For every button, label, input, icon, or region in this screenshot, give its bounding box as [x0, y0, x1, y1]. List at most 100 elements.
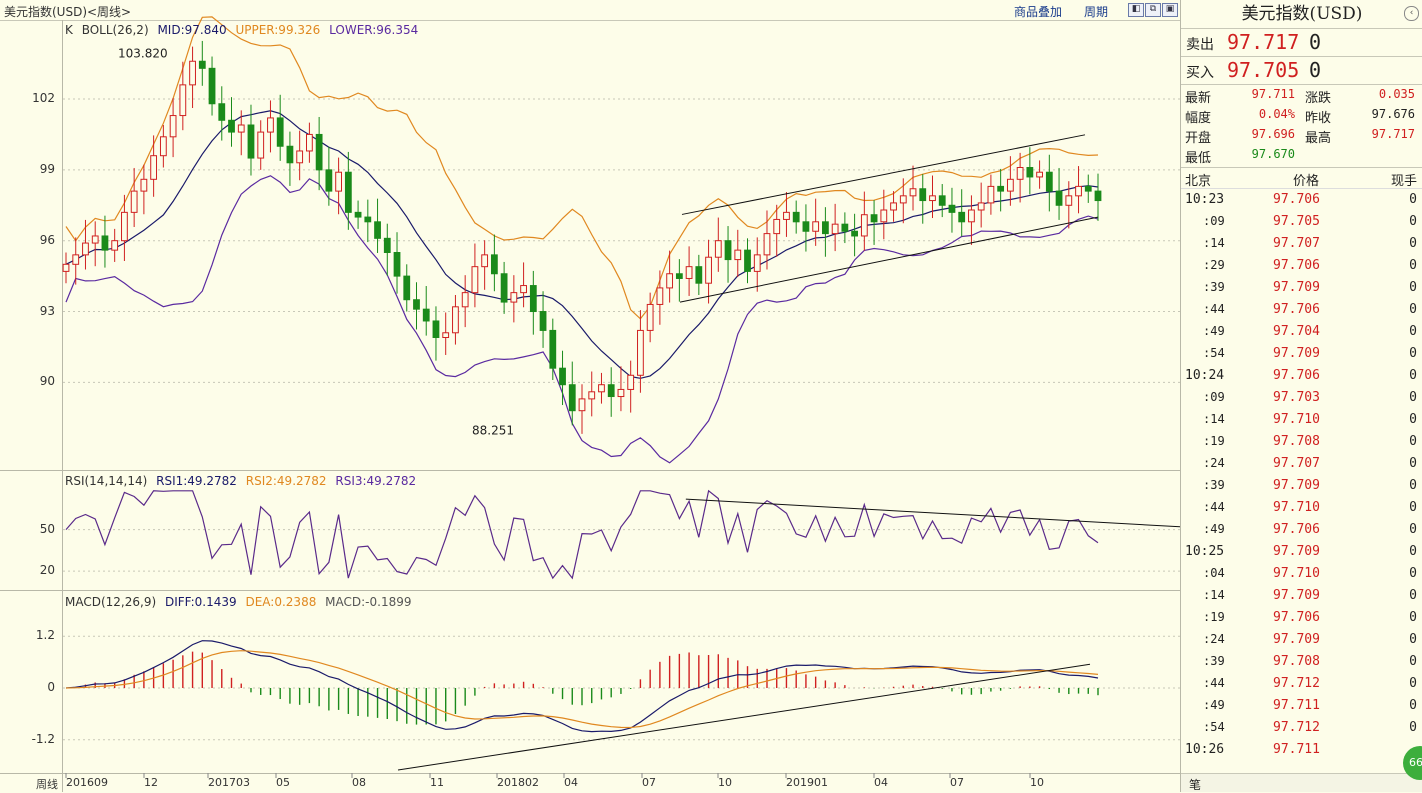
- tick-hand: 0: [1409, 698, 1417, 713]
- candle-up: [909, 188, 917, 197]
- tick-row[interactable]: :44 97.712 0: [1181, 673, 1422, 695]
- candle-down: [325, 169, 333, 192]
- candle-up: [890, 202, 897, 211]
- tick-time: :39: [1203, 280, 1225, 294]
- tick-price: 97.703: [1273, 390, 1320, 405]
- tick-row[interactable]: :54 97.712 0: [1181, 717, 1422, 739]
- candle-down: [374, 221, 381, 239]
- tick-row[interactable]: :49 97.704 0: [1181, 321, 1422, 343]
- chart-area[interactable]: 美元指数(USD)<周线> 商品叠加 周期 ◧ ⧉ ▣ 103.820 88.25…: [0, 0, 1180, 792]
- candle-up: [637, 329, 644, 376]
- kline-y-tick-label: 102: [32, 91, 55, 106]
- tick-time: :54: [1203, 346, 1225, 360]
- macd-y-tick-label: -1.2: [31, 731, 55, 746]
- tick-row[interactable]: :14 97.707 0: [1181, 233, 1422, 255]
- chart-canvas[interactable]: 103.820 88.251: [0, 0, 1180, 792]
- candle-up: [267, 117, 274, 133]
- tick-row[interactable]: :49 97.706 0: [1181, 519, 1422, 541]
- x-tick-label: 201802: [497, 776, 539, 789]
- tick-row[interactable]: :39 97.709 0: [1181, 277, 1422, 299]
- tick-price: 97.712: [1273, 720, 1320, 735]
- candle-up: [831, 223, 839, 235]
- tick-price: 97.710: [1273, 566, 1320, 581]
- tick-row[interactable]: :39 97.709 0: [1181, 475, 1422, 497]
- tab-trades[interactable]: 笔: [1189, 776, 1201, 793]
- candle-up: [159, 136, 167, 157]
- candle-up: [257, 131, 265, 159]
- rsi-legend: RSI(14,14,14) RSI1:49.2782 RSI2:49.2782 …: [65, 474, 421, 488]
- rsi-line: [65, 489, 1099, 580]
- rsi2-value: RSI2:49.2782: [245, 474, 327, 488]
- tick-hand: 0: [1409, 434, 1417, 449]
- tick-hand: 0: [1409, 258, 1417, 273]
- tick-time: :44: [1203, 302, 1225, 316]
- tick-row[interactable]: :44 97.710 0: [1181, 497, 1422, 519]
- candle-up: [714, 240, 722, 258]
- tick-row[interactable]: :49 97.711 0: [1181, 695, 1422, 717]
- quote-stat: 昨收 97.676: [1305, 107, 1415, 127]
- tick-price: 97.706: [1273, 610, 1320, 625]
- rsi3-value: RSI3:49.2782: [335, 474, 417, 488]
- candle-up: [666, 273, 674, 289]
- tick-time: :24: [1203, 632, 1225, 646]
- sell-label: 卖出: [1186, 37, 1214, 53]
- rsi1-value: RSI1:49.2782: [156, 474, 237, 488]
- candle-up: [763, 233, 771, 256]
- tick-row[interactable]: 10:25 97.709 0: [1181, 541, 1422, 563]
- candle-up: [685, 266, 693, 279]
- x-tick-label: 10: [718, 776, 732, 789]
- candle-up: [598, 384, 605, 393]
- ticks-header-time: 北京: [1185, 174, 1212, 189]
- tick-row[interactable]: :04 97.710 0: [1181, 563, 1422, 585]
- x-tick-label: 12: [144, 776, 158, 789]
- sell-volume: 0: [1309, 30, 1322, 54]
- x-tick-label: 11: [430, 776, 444, 789]
- tick-time: :19: [1203, 610, 1225, 624]
- candle-up: [452, 306, 459, 334]
- tick-time: :49: [1203, 324, 1225, 338]
- tick-row[interactable]: :09 97.705 0: [1181, 211, 1422, 233]
- tick-row[interactable]: :54 97.709 0: [1181, 343, 1422, 365]
- candle-up: [705, 256, 712, 284]
- candle-up: [296, 150, 304, 164]
- tick-hand: 0: [1409, 632, 1417, 647]
- ticks-list[interactable]: 10:23 97.706 0:09 97.705 0:14 97.707 0:29 97.70…: [1181, 189, 1422, 761]
- kline-y-tick-label: 99: [39, 161, 55, 176]
- candle-up: [237, 124, 245, 133]
- tick-row[interactable]: :29 97.706 0: [1181, 255, 1422, 277]
- tick-row[interactable]: :39 97.708 0: [1181, 651, 1422, 673]
- candle-up: [150, 155, 158, 180]
- tick-row[interactable]: 10:26 97.711: [1181, 739, 1422, 761]
- candle-down: [1045, 171, 1053, 192]
- quote-stats: 最新 97.711 涨跌 0.035 幅度 0.04% 昨收 97.676 开盘 97.696 最高…: [1181, 85, 1422, 168]
- tick-row[interactable]: :19 97.708 0: [1181, 431, 1422, 453]
- candle-down: [919, 188, 927, 202]
- tick-row[interactable]: :44 97.706 0: [1181, 299, 1422, 321]
- tick-row[interactable]: :14 97.709 0: [1181, 585, 1422, 607]
- tick-row[interactable]: :09 97.703 0: [1181, 387, 1422, 409]
- tick-row[interactable]: :19 97.706 0: [1181, 607, 1422, 629]
- candle-up: [578, 398, 586, 412]
- collapse-icon[interactable]: ‹: [1404, 6, 1419, 21]
- tick-row[interactable]: :24 97.709 0: [1181, 629, 1422, 651]
- macd-value: MACD:-0.1899: [325, 595, 412, 609]
- tick-row[interactable]: 10:24 97.706 0: [1181, 365, 1422, 387]
- tick-price: 97.705: [1273, 214, 1320, 229]
- tick-time: :19: [1203, 434, 1225, 448]
- sell-row: 卖出 97.717 0: [1181, 29, 1422, 57]
- candle-down: [559, 367, 566, 386]
- tick-time: :54: [1203, 720, 1225, 734]
- candle-up: [91, 235, 99, 244]
- tick-hand: 0: [1409, 324, 1417, 339]
- tick-row[interactable]: :24 97.707 0: [1181, 453, 1422, 475]
- tick-price: 97.706: [1273, 368, 1320, 383]
- tick-row[interactable]: :14 97.710 0: [1181, 409, 1422, 431]
- buy-label: 买入: [1186, 65, 1214, 81]
- x-tick-label: 04: [874, 776, 888, 789]
- tick-hand: 0: [1409, 500, 1417, 515]
- quote-stat: 开盘 97.696: [1185, 127, 1295, 147]
- tick-row[interactable]: 10:23 97.706 0: [1181, 189, 1422, 211]
- candle-down: [422, 308, 430, 322]
- candle-down: [247, 124, 255, 159]
- candle-up: [520, 285, 527, 294]
